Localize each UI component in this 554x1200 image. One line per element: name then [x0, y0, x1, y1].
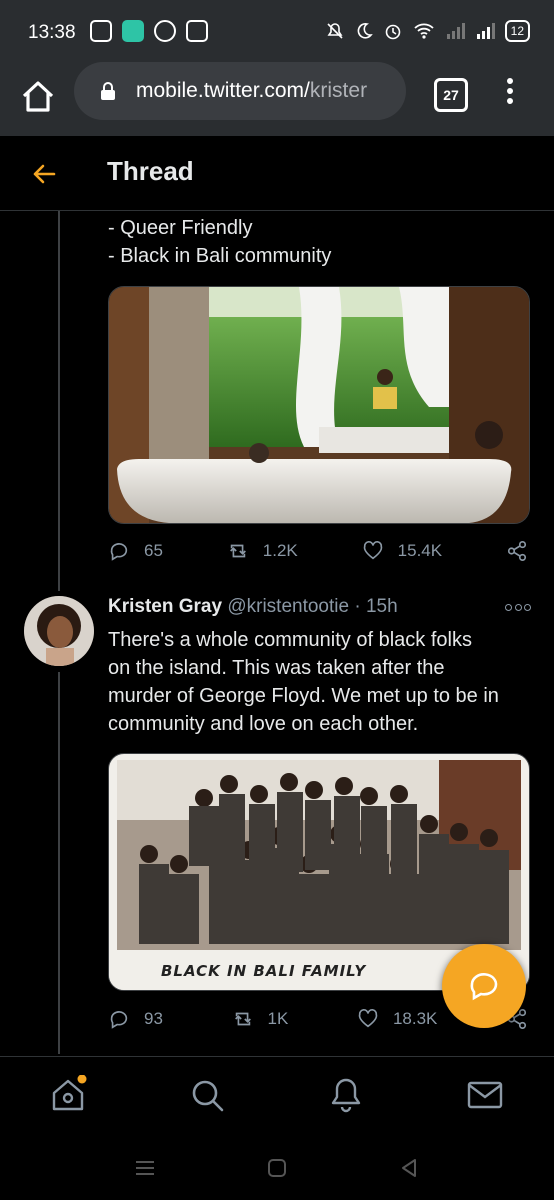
- author-handle[interactable]: @kristentootie: [227, 596, 349, 617]
- reply-button[interactable]: 65: [108, 540, 163, 562]
- recent-apps-icon[interactable]: [133, 1156, 157, 1180]
- bath-villa-photo: [109, 287, 529, 523]
- tweet-1-line: - Black in Bali community: [108, 245, 332, 267]
- browser-menu-icon[interactable]: [505, 78, 515, 108]
- reply-button[interactable]: 93: [108, 1008, 163, 1030]
- tweet-1-line: - Queer Friendly: [108, 217, 253, 239]
- browser-home-icon[interactable]: [18, 76, 58, 116]
- more-options-icon[interactable]: [505, 604, 531, 612]
- back-arrow-icon[interactable]: [30, 160, 58, 188]
- tweet-1-image[interactable]: [108, 286, 530, 524]
- thread-header: Thread: [0, 136, 554, 211]
- system-back-icon[interactable]: [397, 1156, 421, 1180]
- webtoon-icon: [186, 20, 208, 42]
- tweet-2-line: murder of George Floyd. We met up to be …: [108, 685, 499, 707]
- retweet-icon: [234, 1012, 251, 1026]
- signal-icon-1: [446, 23, 465, 39]
- browser-toolbar: mobile.twitter.com/krister 27: [0, 62, 554, 136]
- moon-icon: [357, 23, 373, 39]
- compose-reply-icon: [470, 973, 498, 1001]
- separator: ·: [349, 596, 366, 617]
- notification-dot: [77, 1075, 87, 1084]
- retweet-count: 1.2K: [262, 541, 298, 560]
- reply-count: 65: [144, 541, 163, 560]
- thread-connector-line: [58, 211, 60, 591]
- system-icons: 12: [325, 20, 530, 42]
- status-time: 13:38: [28, 22, 76, 43]
- status-bar: 13:38 12: [0, 0, 554, 66]
- battery-indicator: 12: [504, 20, 530, 42]
- notification-icons: [90, 20, 208, 42]
- page-title: Thread: [107, 156, 194, 186]
- retweet-icon: [229, 544, 246, 558]
- avatar-photo: [24, 596, 94, 666]
- retweet-count: 1K: [267, 1009, 289, 1028]
- system-home-icon[interactable]: [265, 1156, 289, 1180]
- mail-icon[interactable]: [465, 1075, 505, 1115]
- heart-icon: [363, 541, 382, 560]
- tweet-1-text: - Queer Friendly - Black in Bali communi…: [108, 214, 331, 270]
- like-button[interactable]: 18.3K: [357, 1008, 437, 1030]
- wifi-icon: [414, 23, 434, 39]
- instagram-icon: [90, 20, 112, 42]
- tweet-2-text: There's a whole community of black folks…: [108, 626, 499, 738]
- url-host: mobile.twitter.com/: [136, 79, 310, 102]
- compose-reply-button[interactable]: [442, 944, 526, 1028]
- tweet-time[interactable]: 15h: [366, 596, 398, 617]
- signal-icon-2: [476, 23, 495, 39]
- author-name[interactable]: Kristen Gray: [108, 596, 222, 617]
- thread-connector-line-2: [58, 672, 60, 1054]
- tab-switcher-button[interactable]: 27: [434, 78, 468, 112]
- tweet-1-actions: 65 1.2K 15.4K: [108, 534, 528, 568]
- tweet-2-header: Kristen Gray @kristentootie · 15h: [108, 596, 398, 618]
- app-notification-icon: [122, 20, 144, 42]
- share-icon: [507, 541, 527, 561]
- avatar[interactable]: [24, 596, 94, 666]
- like-count: 18.3K: [392, 1009, 438, 1028]
- reply-count: 93: [144, 1009, 163, 1028]
- retweet-button[interactable]: 1K: [232, 1008, 289, 1030]
- retweet-button[interactable]: 1.2K: [227, 540, 298, 562]
- search-icon[interactable]: [187, 1075, 227, 1115]
- url-path: krister: [309, 79, 368, 102]
- like-count: 15.4K: [397, 541, 443, 560]
- alarm-icon: [385, 24, 400, 40]
- url-bar[interactable]: mobile.twitter.com/krister: [74, 62, 406, 120]
- image-caption: BLACK IN BALI FAMILY: [161, 962, 367, 980]
- share-button[interactable]: [506, 540, 528, 562]
- mute-icon: [327, 23, 343, 39]
- url-text: mobile.twitter.com/krister: [136, 79, 398, 103]
- system-navigation-bar: [0, 1140, 554, 1200]
- tweet-2-line: on the island. This was taken after the: [108, 657, 445, 679]
- tweet-2-line: community and love on each other.: [108, 713, 419, 735]
- like-button[interactable]: 15.4K: [362, 540, 442, 562]
- whatsapp-icon: [154, 20, 176, 42]
- reply-icon: [110, 1011, 128, 1029]
- bell-icon[interactable]: [326, 1075, 366, 1115]
- heart-icon: [358, 1009, 378, 1028]
- reply-icon: [110, 543, 128, 561]
- home-icon[interactable]: [48, 1075, 88, 1115]
- lock-icon: [101, 82, 115, 100]
- tweet-2-line: There's a whole community of black folks: [108, 629, 472, 651]
- bottom-navigation: [0, 1056, 554, 1141]
